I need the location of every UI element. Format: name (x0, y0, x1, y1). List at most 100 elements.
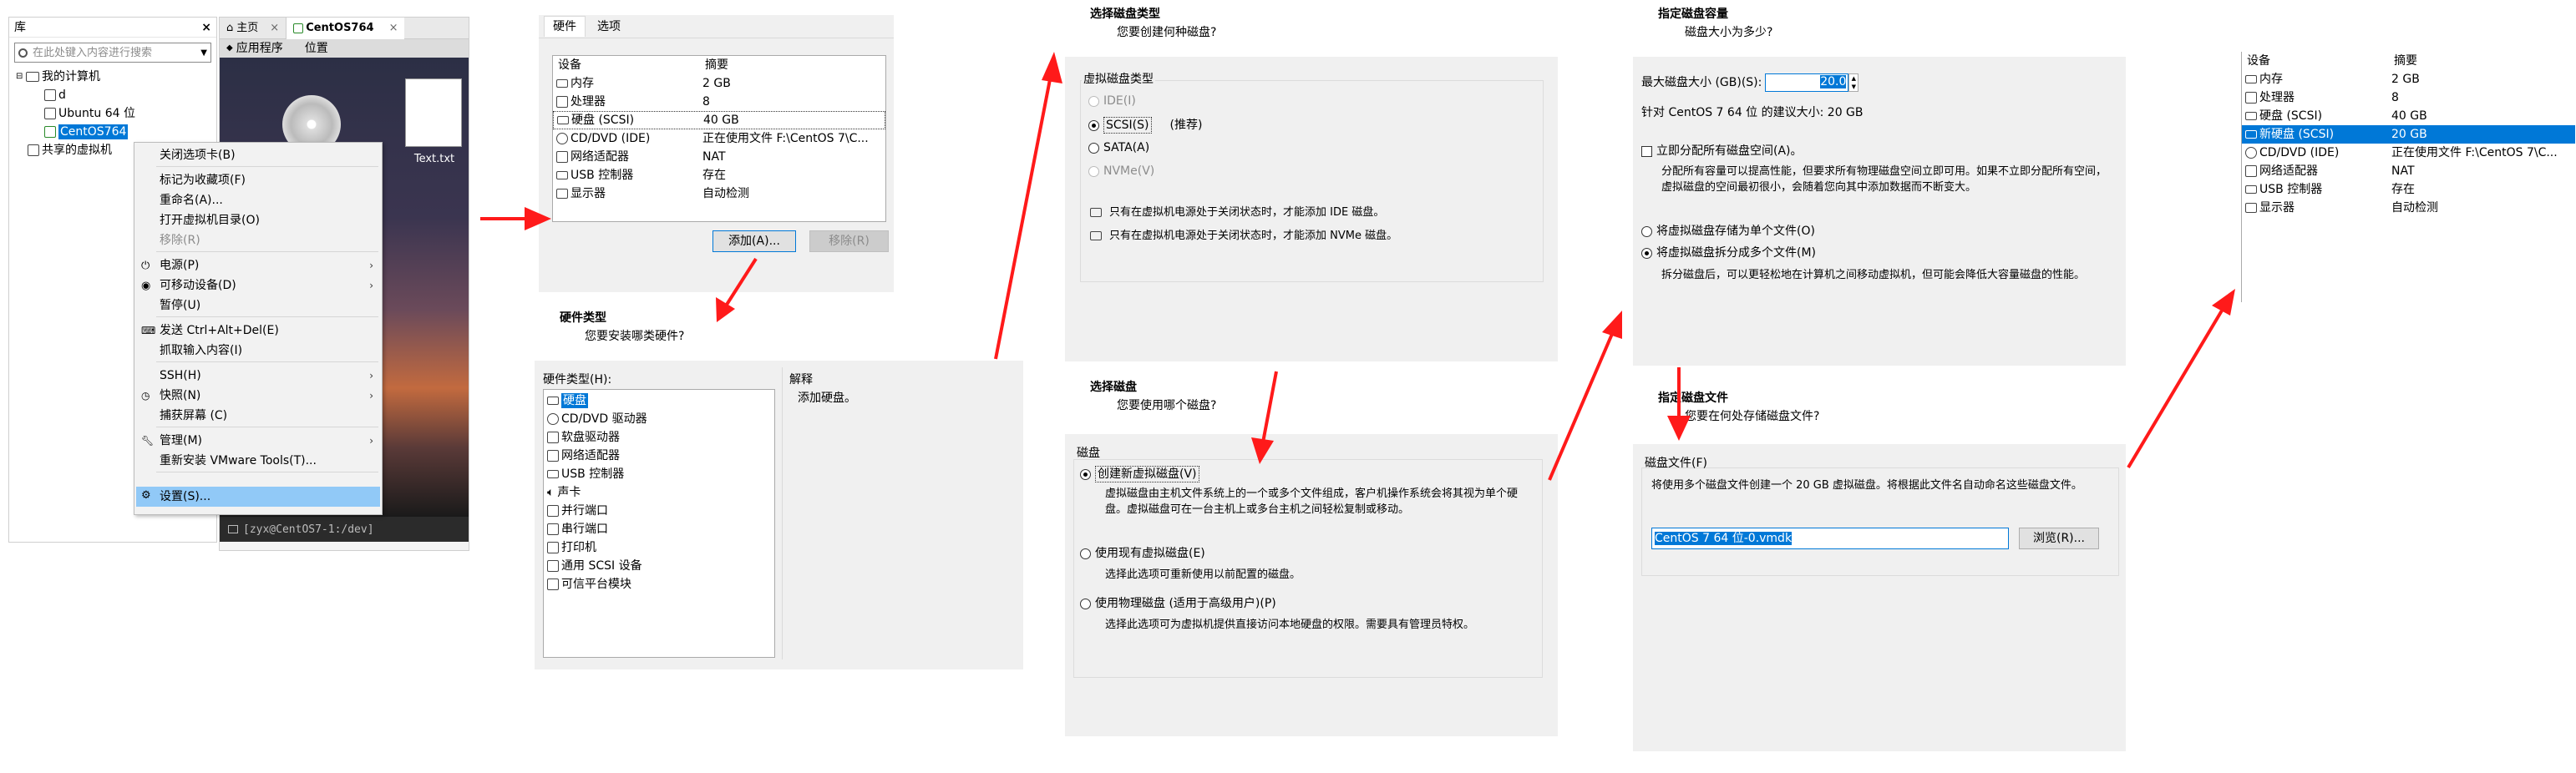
menu-removable[interactable]: 可移动设备(D) (160, 278, 236, 293)
radio-label: IDE(I) (1103, 94, 1136, 108)
snapshot-icon: ◷ (141, 390, 150, 402)
table-row-selected[interactable]: 新硬盘 (SCSI) 20 GB (2242, 125, 2575, 144)
radio-single-file[interactable]: 将虚拟磁盘存储为单个文件(O) (1641, 224, 1815, 239)
list-item[interactable]: 可信平台模块 (547, 575, 771, 594)
radio-existing-disk[interactable]: 使用现有虚拟磁盘(E) (1080, 546, 1205, 561)
device-name: 网络适配器 (2259, 164, 2318, 178)
table-row[interactable]: 处理器 8 (553, 93, 885, 111)
menu-close-tab[interactable]: 关闭选项卡(B) (160, 148, 236, 163)
menu-power[interactable]: 电源(P) (160, 258, 199, 273)
browse-button[interactable]: 浏览(R)... (2019, 528, 2099, 549)
table-row[interactable]: 内存 2 GB (553, 74, 885, 93)
tree-label: 我的计算机 (42, 70, 100, 83)
menu-vmware-tools[interactable]: 重新安装 VMware Tools(T)... (160, 453, 317, 468)
disk-file-input[interactable]: CentOS 7 64 位-0.vmdk (1651, 528, 2009, 549)
page-title: 指定磁盘文件 (1658, 392, 1728, 405)
device-name: 内存 (570, 77, 594, 90)
page-subtitle: 您要使用哪个磁盘? (1117, 399, 1217, 412)
tab-home[interactable]: ⌂ 主页 × (220, 17, 287, 39)
device-summary: 20 GB (2391, 128, 2427, 141)
list-item[interactable]: USB 控制器 (547, 465, 771, 483)
max-size-field[interactable]: 20.0 (1765, 73, 1849, 92)
explain-label: 解释 (789, 373, 813, 386)
radio-multi-file[interactable]: 将虚拟磁盘拆分成多个文件(M) (1641, 245, 1816, 260)
menu-settings[interactable]: 设置(S)... (160, 489, 210, 504)
max-size-row: 最大磁盘大小 (GB)(S): 20.0 ▲ ▼ (1641, 73, 1859, 92)
table-row[interactable]: 硬盘 (SCSI) 40 GB (553, 111, 885, 129)
table-row[interactable]: 显示器 自动检测 (553, 184, 885, 203)
tab-hardware[interactable]: 硬件 (544, 16, 586, 37)
menu-manage[interactable]: 管理(M) (160, 433, 202, 448)
table-row[interactable]: 硬盘 (SCSI) 40 GB (2242, 107, 2575, 125)
menu-capture[interactable]: 捕获屏幕 (C) (160, 408, 227, 423)
table-row[interactable]: USB 控制器 存在 (2242, 180, 2575, 199)
list-item[interactable]: 🔈︎ 声卡 (547, 483, 771, 502)
item-label: CD/DVD 驱动器 (561, 412, 647, 426)
table-row[interactable]: 显示器 自动检测 (2242, 199, 2575, 217)
tree-vm-ubuntu[interactable]: Ubuntu 64 位 (44, 106, 135, 121)
item-label: 硬盘 (561, 393, 588, 408)
table-row[interactable]: 网络适配器 NAT (2242, 162, 2575, 180)
shared-vm-icon (28, 144, 39, 156)
tree-label: 共享的虚拟机 (42, 144, 112, 157)
note-text: 只有在虚拟机电源处于关闭状态时，才能添加 NVMe 磁盘。 (1109, 230, 1398, 242)
menu-ssh[interactable]: SSH(H) (160, 368, 201, 383)
cpu-icon (2245, 92, 2257, 104)
disk-file-value: CentOS 7 64 位-0.vmdk (1655, 532, 1793, 545)
cpu-icon (556, 96, 568, 108)
page-subtitle: 磁盘大小为多少? (1685, 26, 1773, 39)
table-row[interactable]: USB 控制器 存在 (553, 166, 885, 184)
menu-places[interactable]: 位置 (305, 41, 328, 56)
device-summary: NAT (702, 150, 726, 164)
list-item[interactable]: 网络适配器 (547, 447, 771, 465)
chevron-down-icon[interactable]: ▼ (200, 46, 207, 60)
radio-new-disk[interactable]: 创建新虚拟磁盘(V) (1080, 466, 1199, 482)
search-input[interactable]: 在此处键入内容进行搜索 (33, 46, 200, 60)
list-item[interactable]: CD/DVD 驱动器 (547, 410, 771, 428)
radio-scsi[interactable]: SCSI(S) (推荐) (1088, 117, 1202, 134)
list-item[interactable]: 并行端口 (547, 502, 771, 520)
tree-my-computer[interactable]: ⊟ 我的计算机 (16, 69, 100, 84)
radio-physical-disk[interactable]: 使用物理磁盘 (适用于高级用户)(P) (1080, 596, 1276, 611)
tab-options[interactable]: 选项 (589, 17, 629, 37)
menu-rename[interactable]: 重命名(A)... (160, 193, 223, 208)
wrench-icon: 🔧︎ (141, 435, 155, 447)
menu-favorite[interactable]: 标记为收藏项(F) (160, 173, 246, 188)
menu-applications[interactable]: 应用程序 (236, 41, 283, 56)
group-label: 虚拟磁盘类型 (1082, 72, 1155, 87)
radio-sata[interactable]: SATA(A) (1088, 140, 1149, 155)
terminal-icon (228, 525, 238, 533)
close-icon[interactable]: × (201, 20, 211, 35)
close-icon[interactable]: × (270, 21, 279, 35)
menu-open-dir[interactable]: 打开虚拟机目录(O) (160, 213, 260, 228)
device-name: USB 控制器 (570, 169, 634, 182)
menu-grab-input[interactable]: 抓取输入内容(I) (160, 343, 242, 358)
add-button[interactable]: 添加(A)... (712, 230, 796, 252)
item-label: 打印机 (561, 541, 596, 554)
tree-vm-centos[interactable]: CentOS764 (44, 124, 129, 139)
list-item[interactable]: 串行端口 (547, 520, 771, 538)
spin-buttons[interactable]: ▲ ▼ (1848, 73, 1859, 92)
table-row[interactable]: 处理器 8 (2242, 88, 2575, 107)
tab-centos[interactable]: CentOS764 × (287, 17, 405, 39)
list-item[interactable]: 打印机 (547, 538, 771, 557)
arrow-5 (1548, 311, 1622, 481)
radio-label: 将虚拟磁盘拆分成多个文件(M) (1656, 246, 1817, 260)
menu-pause[interactable]: 暂停(U) (160, 298, 200, 313)
menu-snapshot[interactable]: 快照(N) (160, 388, 200, 403)
search-box[interactable]: 在此处键入内容进行搜索 ▼ (14, 43, 211, 63)
close-icon[interactable]: × (389, 21, 398, 35)
list-item[interactable]: 通用 SCSI 设备 (547, 557, 771, 575)
allocate-checkbox[interactable]: 立即分配所有磁盘空间(A)。 (1641, 144, 1803, 159)
menu-ctrl-alt-del[interactable]: 发送 Ctrl+Alt+Del(E) (160, 323, 279, 338)
list-item[interactable]: 硬盘 (547, 392, 771, 410)
text-file-icon[interactable] (405, 78, 462, 147)
collapse-icon[interactable]: ⊟ (16, 69, 26, 84)
table-row[interactable]: CD/DVD (IDE) 正在使用文件 F:\CentOS 7\C... (553, 129, 885, 148)
tree-vm-d[interactable]: d (44, 88, 66, 103)
table-row[interactable]: CD/DVD (IDE) 正在使用文件 F:\CentOS 7\C... (2242, 144, 2575, 162)
table-row[interactable]: 内存 2 GB (2242, 70, 2575, 88)
tree-shared[interactable]: 共享的虚拟机 (28, 143, 112, 158)
list-item[interactable]: 软盘驱动器 (547, 428, 771, 447)
table-row[interactable]: 网络适配器 NAT (553, 148, 885, 166)
